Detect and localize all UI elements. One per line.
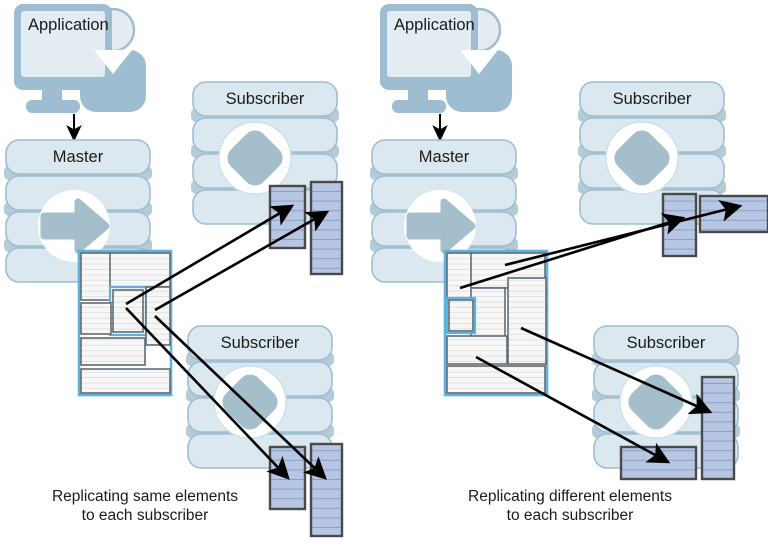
caption-right-line1: Replicating different elements <box>468 488 672 505</box>
diagram-canvas: Application Master Subscriber Subscriber <box>0 0 768 548</box>
master-document-grid-right <box>443 249 549 397</box>
subscriber-diamond-badge-left-bottom <box>213 365 287 439</box>
data-block-right-bottom-a <box>700 375 736 481</box>
master-label-left: Master <box>53 148 104 166</box>
panel-right: Application Master Subscriber Subscriber <box>369 2 768 481</box>
subscriber-label-right-top: Subscriber <box>613 90 692 108</box>
subscriber-diamond-badge-right-top <box>605 121 679 195</box>
subscriber-label-left-top: Subscriber <box>226 90 305 108</box>
caption-right: Replicating different elements to each s… <box>400 487 740 525</box>
subscriber-label-left-bottom: Subscriber <box>221 334 300 352</box>
data-block-left-top-b <box>309 180 344 276</box>
caption-left-line1: Replicating same elements <box>51 488 239 505</box>
data-block-left-bottom-b <box>309 442 344 538</box>
caption-left: Replicating same elements to each subscr… <box>0 487 290 525</box>
caption-right-line2: to each subscriber <box>506 507 634 524</box>
application-label-left: Application <box>28 16 109 34</box>
subscriber-diamond-badge-left-top <box>218 121 292 195</box>
application-label-right: Application <box>394 16 475 34</box>
data-block-right-bottom-b <box>619 445 698 481</box>
master-document-grid-left <box>77 249 173 397</box>
caption-left-line2: to each subscriber <box>81 507 209 524</box>
replication-diagram-svg: Application Master Subscriber Subscriber <box>3 2 768 538</box>
panel-left: Application Master Subscriber Subscriber <box>3 2 344 538</box>
master-label-right: Master <box>419 148 470 166</box>
subscriber-label-right-bottom: Subscriber <box>627 334 706 352</box>
